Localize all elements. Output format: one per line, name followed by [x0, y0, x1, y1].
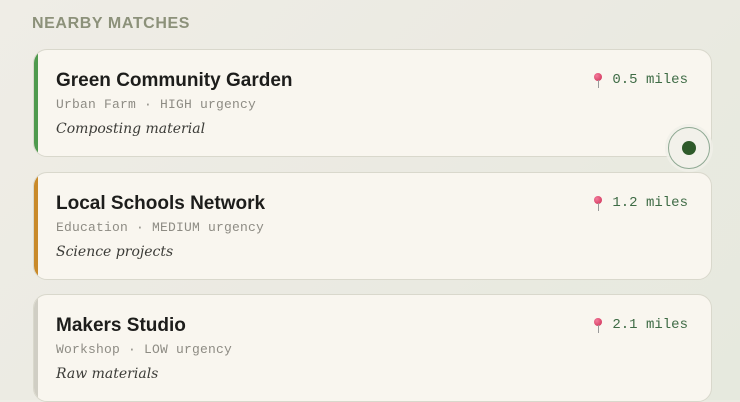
match-card-makers-studio[interactable]: Makers Studio Workshop · LOW urgency Raw… [33, 294, 712, 402]
match-meta: Workshop · LOW urgency [56, 342, 233, 357]
section-title: NEARBY MATCHES [32, 15, 191, 32]
match-name: Local Schools Network [56, 193, 266, 214]
match-distance: 0.5 miles [593, 72, 688, 88]
distance-value: 2.1 miles [612, 317, 688, 333]
match-card-green-community-garden[interactable]: Green Community Garden Urban Farm · HIGH… [33, 49, 712, 157]
match-need: Composting material [56, 121, 206, 137]
urgency-stripe [34, 295, 38, 401]
match-card-local-schools-network[interactable]: Local Schools Network Education · MEDIUM… [33, 172, 712, 280]
urgency-stripe [34, 173, 38, 279]
match-distance: 1.2 miles [593, 195, 688, 211]
match-name: Makers Studio [56, 315, 186, 336]
select-match-radio[interactable] [668, 127, 710, 169]
match-name: Green Community Garden [56, 70, 293, 91]
selected-dot-icon [682, 141, 696, 155]
pin-icon [593, 317, 603, 333]
match-need: Science projects [56, 244, 174, 260]
match-meta: Urban Farm · HIGH urgency [56, 97, 257, 112]
match-distance: 2.1 miles [593, 317, 688, 333]
urgency-stripe [34, 50, 38, 156]
pin-icon [593, 72, 603, 88]
distance-value: 0.5 miles [612, 72, 688, 88]
distance-value: 1.2 miles [612, 195, 688, 211]
match-meta: Education · MEDIUM urgency [56, 220, 265, 235]
match-need: Raw materials [56, 366, 159, 382]
pin-icon [593, 195, 603, 211]
